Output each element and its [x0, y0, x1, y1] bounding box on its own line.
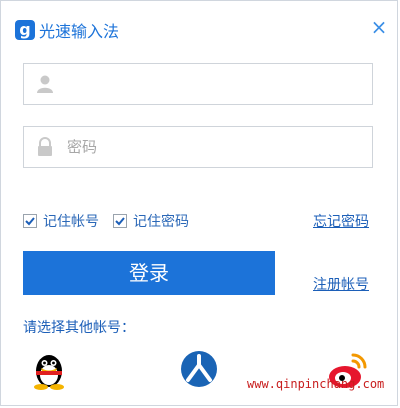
register-link[interactable]: 注册帐号: [313, 274, 369, 294]
login-window: g 光速输入法 × 记住帐号 记住密码 忘记密码 登录 注册帐号 请选择其他帐号…: [0, 0, 398, 406]
lock-icon: [38, 137, 52, 156]
remember-account-label: 记住帐号: [43, 214, 99, 230]
remember-password-option[interactable]: 记住密码: [113, 211, 189, 231]
username-input[interactable]: [65, 74, 359, 94]
qq-icon[interactable]: [27, 347, 71, 391]
app-title: 光速输入法: [39, 22, 120, 41]
app-logo-icon: g: [15, 20, 35, 40]
login-button[interactable]: 登录: [23, 251, 275, 295]
remember-account-checkbox[interactable]: [23, 214, 37, 228]
remember-password-label: 记住密码: [133, 214, 189, 230]
remember-options: 记住帐号 记住密码: [23, 211, 203, 231]
forgot-password-link[interactable]: 忘记密码: [313, 211, 369, 231]
checkmark-icon: [115, 217, 125, 226]
password-field[interactable]: [23, 126, 373, 168]
password-input[interactable]: [65, 137, 359, 157]
remember-password-checkbox[interactable]: [113, 214, 127, 228]
close-button[interactable]: ×: [369, 17, 389, 37]
watermark-text: www.qinpinchang.com: [247, 377, 385, 391]
user-icon: [37, 75, 53, 93]
other-accounts-label: 请选择其他帐号：: [23, 320, 135, 336]
remember-account-option[interactable]: 记住帐号: [23, 211, 99, 231]
checkmark-icon: [25, 217, 35, 226]
renren-icon[interactable]: [177, 347, 221, 391]
title-bar: g 光速输入法: [15, 17, 119, 43]
username-field[interactable]: [23, 63, 373, 105]
